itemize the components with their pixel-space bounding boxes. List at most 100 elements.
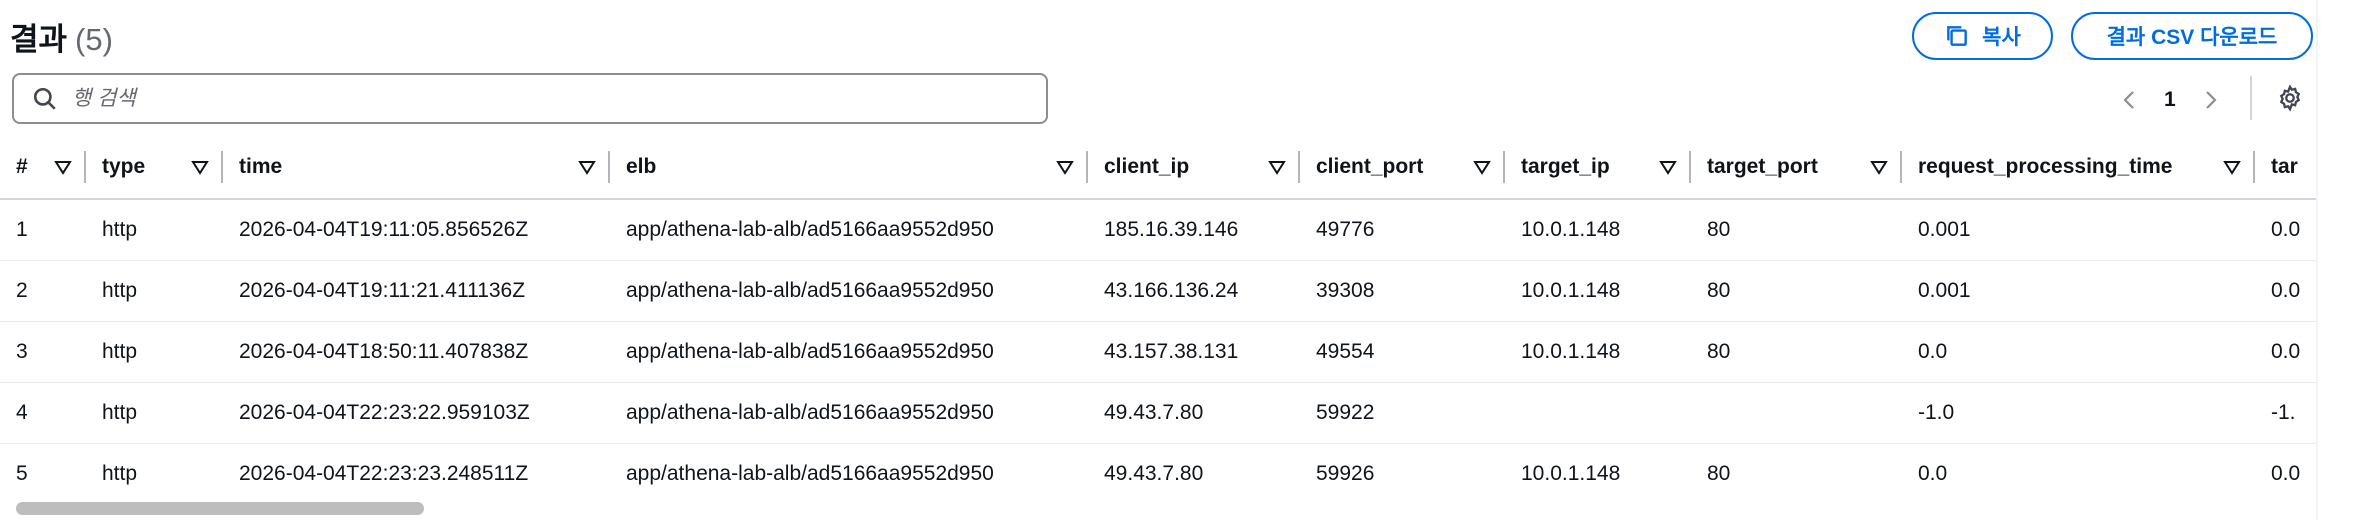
table-row[interactable]: 1 http 2026-04-04T19:11:05.856526Z app/a… (0, 199, 2316, 261)
search-input[interactable] (72, 86, 1046, 111)
table-cell: 10.0.1.148 (1505, 321, 1691, 383)
column-header-label: client_port (1316, 155, 1424, 178)
column-header-elb[interactable]: elb (610, 136, 1088, 200)
table-cell: 10.0.1.148 (1505, 260, 1691, 322)
table-cell: http (102, 461, 138, 485)
pager-divider (2250, 76, 2252, 120)
results-title: 결과 (10, 22, 68, 57)
column-header-label: target_ip (1521, 155, 1610, 178)
table-cell: http (86, 321, 223, 383)
pagination: 1 (2118, 80, 2222, 120)
table-cell: 5 (16, 461, 28, 485)
table-cell: 39308 (1300, 260, 1505, 322)
table-cell: 10.0.1.148 (1505, 199, 1691, 261)
gear-icon[interactable] (2276, 84, 2304, 112)
table-cell: 2026-04-04T22:23:22.959103Z (223, 382, 610, 444)
table-cell: 4 (0, 382, 86, 444)
search-box[interactable] (12, 73, 1048, 124)
column-header-label: # (16, 155, 28, 178)
table-cell: 2026-04-04T19:11:21.411136Z (223, 260, 610, 322)
table-cell: 49554 (1300, 321, 1505, 383)
table-row[interactable]: 2 http 2026-04-04T19:11:21.411136Z app/a… (0, 260, 2316, 322)
copy-button[interactable]: 복사 (1912, 12, 2053, 60)
table-cell: app/athena-lab-alb/ad5166aa9552d950 (610, 321, 1088, 383)
search-icon (33, 87, 56, 110)
table-cell (1691, 382, 1902, 444)
column-header-client-port[interactable]: client_port (1300, 136, 1505, 200)
table-header-row: # type time elb client_ip client_port ta… (0, 136, 2316, 200)
table-cell: -1. (2255, 382, 2316, 444)
download-csv-label: 결과 CSV 다운로드 (2106, 26, 2278, 49)
table-cell: http (86, 260, 223, 322)
table-cell: 0.0 (2271, 461, 2301, 485)
sort-icon[interactable] (2223, 158, 2241, 176)
table-cell: app/athena-lab-alb/ad5166aa9552d950 (626, 461, 994, 485)
table-cell: 0.0 (2255, 260, 2316, 322)
table-cell: 59922 (1300, 382, 1505, 444)
query-results-panel: 결과(5) 복사 결과 CSV 다운로드 1 (0, 0, 2370, 520)
table-cell: 49.43.7.80 (1088, 382, 1300, 444)
table-cell: 49776 (1300, 199, 1505, 261)
column-header-label: time (239, 155, 283, 178)
table-cell: 185.16.39.146 (1088, 199, 1300, 261)
panel-edge (2316, 0, 2318, 520)
table-cell: 0.001 (1902, 260, 2255, 322)
table-cell: 2026-04-04T22:23:23.248511Z (239, 461, 529, 485)
table-cell: 1 (0, 199, 86, 261)
chevron-right-icon[interactable] (2198, 88, 2222, 112)
table-cell: app/athena-lab-alb/ad5166aa9552d950 (610, 382, 1088, 444)
sort-icon[interactable] (191, 158, 209, 176)
table-row[interactable]: 3 http 2026-04-04T18:50:11.407838Z app/a… (0, 321, 2316, 383)
download-csv-button[interactable]: 결과 CSV 다운로드 (2071, 12, 2313, 60)
column-header-label: request_processing_time (1918, 155, 2173, 178)
column-header-target-ip[interactable]: target_ip (1505, 136, 1691, 200)
table-cell: 80 (1707, 461, 1731, 485)
table-cell: 80 (1691, 321, 1902, 383)
sort-icon[interactable] (1056, 158, 1074, 176)
table-cell: 10.0.1.148 (1521, 461, 1621, 485)
page-title: 결과 (5) (10, 14, 113, 59)
table-cell: 0.0 (2255, 321, 2316, 383)
table-cell: 0.001 (1902, 199, 2255, 261)
results-table-container[interactable]: # type time elb client_ip client_port ta… (0, 136, 2316, 501)
table-cell: 3 (0, 321, 86, 383)
table-cell: 0.0 (1902, 321, 2255, 383)
table-cell: 43.166.136.24 (1088, 260, 1300, 322)
column-header-type[interactable]: type (86, 136, 223, 200)
table-cell: 2026-04-04T18:50:11.407838Z (223, 321, 610, 383)
table-cell: 80 (1691, 199, 1902, 261)
table-cell: 0.0 (2255, 199, 2316, 261)
table-cell: 80 (1691, 260, 1902, 322)
table-cell: 0.0 (1918, 461, 1948, 485)
column-header-label: client_ip (1104, 155, 1190, 178)
sort-icon[interactable] (1473, 158, 1491, 176)
table-right-edge (2316, 136, 2370, 520)
table-row[interactable]: 5 http 2026-04-04T22:23:23.248511Z app/a… (0, 443, 2316, 501)
sort-icon[interactable] (54, 158, 72, 176)
table-cell: 59926 (1316, 461, 1375, 485)
current-page[interactable]: 1 (2164, 88, 2176, 112)
table-cell: app/athena-lab-alb/ad5166aa9552d950 (610, 199, 1088, 261)
table-cell: 2 (0, 260, 86, 322)
sort-icon[interactable] (1870, 158, 1888, 176)
column-header-target-port[interactable]: target_port (1691, 136, 1902, 200)
column-header-truncated[interactable]: tar (2255, 136, 2316, 200)
table-cell: http (86, 382, 223, 444)
chevron-left-icon[interactable] (2118, 88, 2142, 112)
column-header-label: target_port (1707, 155, 1818, 178)
copy-icon (1947, 26, 1968, 46)
copy-button-label: 복사 (1982, 26, 2021, 49)
table-row[interactable]: 4 http 2026-04-04T22:23:22.959103Z app/a… (0, 382, 2316, 444)
table-cell: app/athena-lab-alb/ad5166aa9552d950 (610, 260, 1088, 322)
sort-icon[interactable] (578, 158, 596, 176)
column-header-index[interactable]: # (0, 136, 86, 200)
column-header-client-ip[interactable]: client_ip (1088, 136, 1300, 200)
results-table: # type time elb client_ip client_port ta… (0, 136, 2316, 501)
table-cell: 43.157.38.131 (1088, 321, 1300, 383)
column-header-time[interactable]: time (223, 136, 610, 200)
sort-icon[interactable] (1659, 158, 1677, 176)
column-header-request-processing-time[interactable]: request_processing_time (1902, 136, 2255, 200)
results-count: (5) (75, 22, 113, 57)
sort-icon[interactable] (1268, 158, 1286, 176)
horizontal-scrollbar-thumb[interactable] (16, 502, 424, 515)
